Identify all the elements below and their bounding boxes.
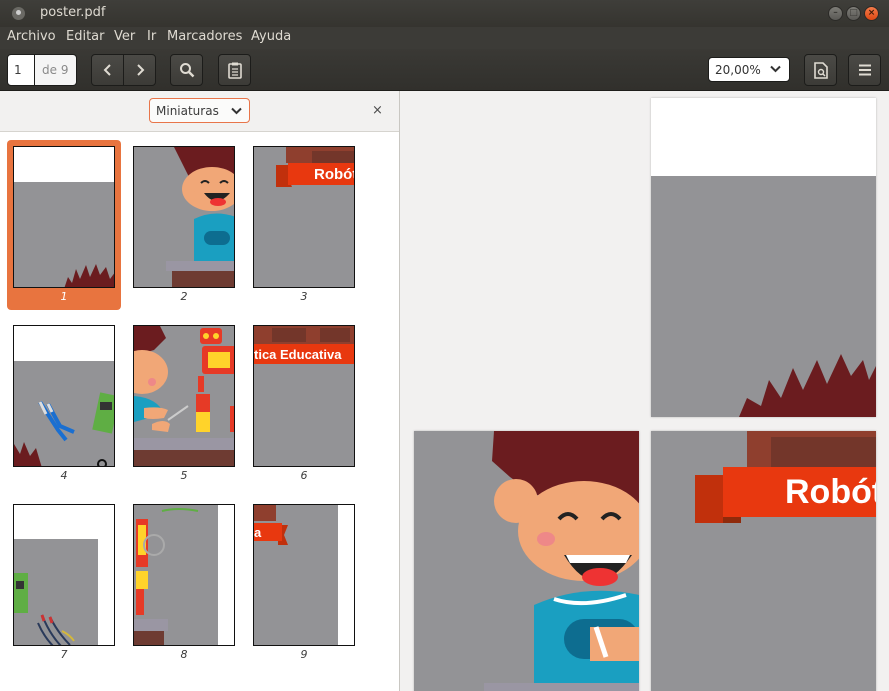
banner-text: a [254, 525, 262, 540]
search-button[interactable] [170, 54, 203, 86]
document-icon [813, 61, 828, 79]
clipboard-icon [227, 62, 242, 79]
document-viewer-window: poster.pdf – □ × Archivo Editar Ver Ir M… [0, 0, 889, 691]
window-title: poster.pdf [40, 5, 106, 20]
zoom-value: 20,00% [715, 63, 761, 77]
thumbnail-number: 4 [60, 469, 68, 482]
search-icon [179, 63, 194, 78]
thumbnail-page-4[interactable]: 4 [7, 319, 121, 489]
thumbnail-page-9[interactable]: a 9 [247, 498, 361, 668]
toolbar: 1 de 9 20,00% [0, 49, 889, 91]
thumbnail-number: 2 [180, 290, 188, 303]
thumbnail-page-8[interactable]: 8 [127, 498, 241, 668]
thumbnail-number: 1 [60, 290, 68, 303]
thumbnail-image [133, 146, 235, 288]
thumbnail-image [133, 325, 235, 467]
chevron-right-icon [136, 64, 144, 76]
app-icon [12, 7, 25, 20]
thumbnail-page-2[interactable]: 2 [127, 140, 241, 310]
banner-text: Robót [314, 166, 355, 183]
page-count-label: de 9 [35, 54, 77, 86]
document-view[interactable]: Robót [401, 91, 889, 691]
thumbnail-image [13, 325, 115, 467]
thumbnail-number: 9 [300, 648, 308, 661]
thumbnail-image [13, 146, 115, 288]
menu-editar[interactable]: Editar [66, 29, 105, 44]
thumbnail-image [133, 504, 235, 646]
thumbnail-number: 6 [300, 469, 308, 482]
thumbnail-number: 3 [300, 290, 308, 303]
chevron-left-icon [103, 64, 111, 76]
thumbnail-number: 8 [180, 648, 188, 661]
thumbnail-number: 7 [60, 648, 68, 661]
document-properties-button[interactable] [804, 54, 837, 86]
document-page-2 [414, 431, 639, 691]
previous-page-button[interactable] [91, 54, 124, 86]
minimize-button[interactable]: – [828, 6, 843, 21]
page-number-input[interactable]: 1 [7, 54, 35, 86]
thumbnail-number: 5 [180, 469, 188, 482]
sidebar-mode-select[interactable]: Miniaturas [149, 98, 250, 123]
hamburger-menu-icon [858, 64, 871, 76]
title-bar: poster.pdf – □ × [0, 0, 889, 27]
thumbnail-page-1[interactable]: 1 [7, 140, 121, 310]
document-page-1 [651, 98, 876, 417]
main-menu-button[interactable] [848, 54, 881, 86]
menu-ayuda[interactable]: Ayuda [251, 29, 291, 44]
menu-bar: Archivo Editar Ver Ir Marcadores Ayuda [0, 27, 889, 49]
sidebar-mode-label: Miniaturas [156, 104, 219, 118]
menu-marcadores[interactable]: Marcadores [167, 29, 242, 44]
thumbnail-image [13, 504, 115, 646]
thumbnail-page-7[interactable]: 7 [7, 498, 121, 668]
sidebar: Miniaturas × 1 2 Robót 3 4 5 tica Educat… [0, 91, 400, 691]
banner-text: Robót [785, 473, 876, 511]
thumbnail-image: Robót [253, 146, 355, 288]
thumbnail-image: a [253, 504, 355, 646]
thumbnail-page-3[interactable]: Robót 3 [247, 140, 361, 310]
thumbnail-page-6[interactable]: tica Educativa 6 [247, 319, 361, 489]
thumbnail-page-5[interactable]: 5 [127, 319, 241, 489]
maximize-button[interactable]: □ [846, 6, 861, 21]
close-sidebar-button[interactable]: × [372, 103, 383, 118]
close-window-button[interactable]: × [864, 6, 879, 21]
menu-ver[interactable]: Ver [114, 29, 135, 44]
thumbnail-image: tica Educativa [253, 325, 355, 467]
menu-ir[interactable]: Ir [147, 29, 156, 44]
zoom-select[interactable]: 20,00% [708, 57, 790, 82]
menu-archivo[interactable]: Archivo [7, 29, 56, 44]
next-page-button[interactable] [123, 54, 156, 86]
chevron-down-icon [770, 65, 781, 73]
banner-text: tica Educativa [254, 347, 342, 362]
chevron-down-icon [231, 107, 242, 115]
annotations-button[interactable] [218, 54, 251, 86]
document-page-3: Robót [651, 431, 876, 691]
sidebar-header: Miniaturas × [0, 91, 399, 132]
